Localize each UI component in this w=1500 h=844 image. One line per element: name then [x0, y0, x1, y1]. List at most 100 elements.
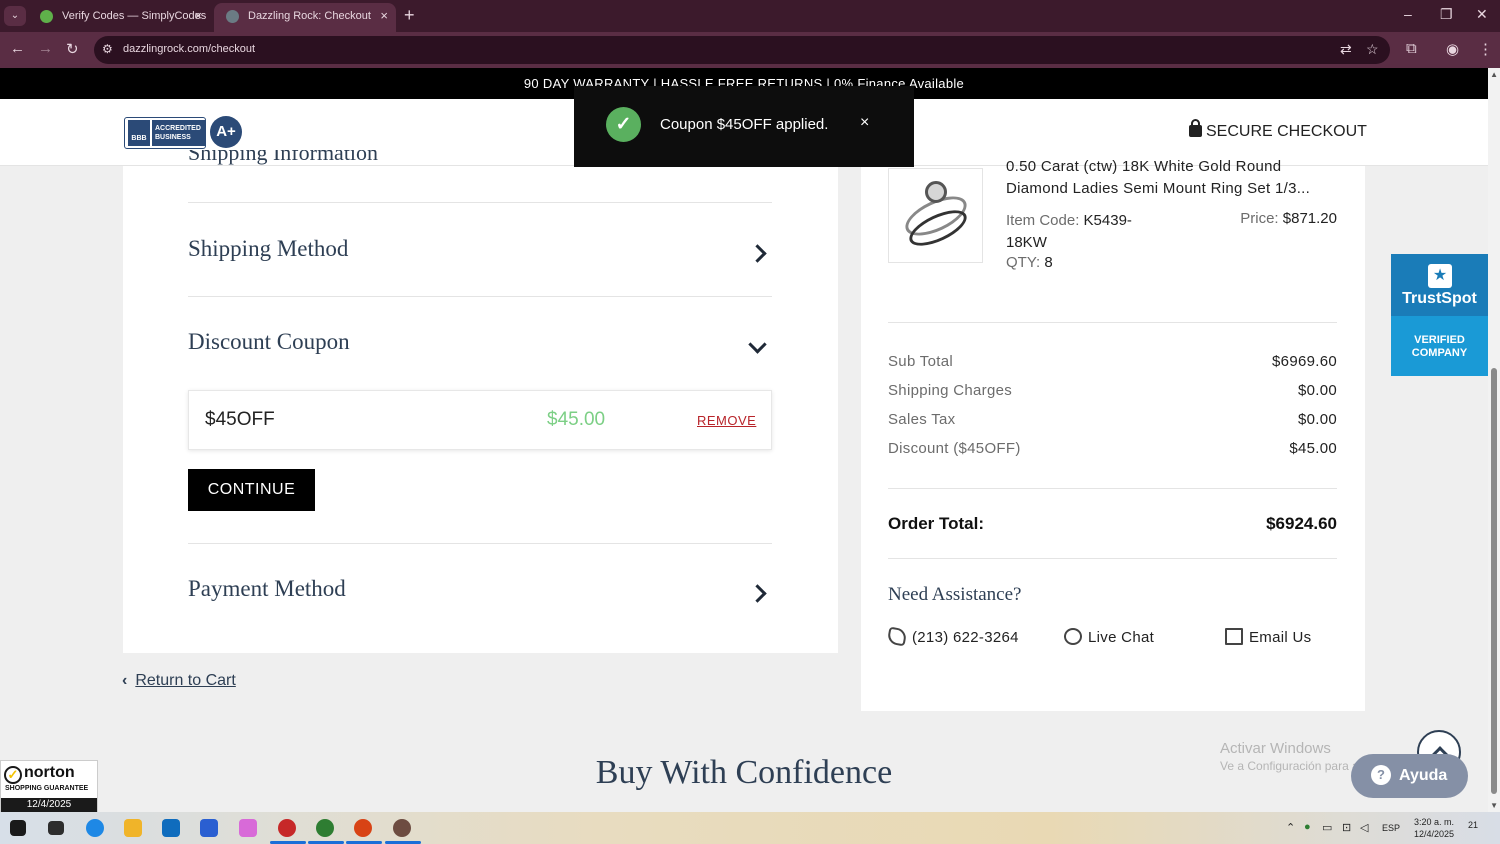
- scroll-down-arrow-icon[interactable]: ▼: [1490, 801, 1498, 810]
- email-us-label: Email Us: [1249, 629, 1312, 646]
- new-tab-button[interactable]: +: [404, 4, 415, 26]
- clock-date: 12/4/2025: [1413, 829, 1455, 839]
- edge-icon[interactable]: [86, 819, 104, 837]
- help-label: Ayuda: [1399, 767, 1448, 784]
- browser-menu-icon[interactable]: ⋮: [1478, 40, 1493, 58]
- payment-method-title[interactable]: Payment Method: [188, 576, 346, 602]
- copilot-icon[interactable]: [239, 819, 257, 837]
- store-icon[interactable]: [200, 819, 218, 837]
- return-to-cart-link[interactable]: ‹ Return to Cart: [122, 672, 236, 690]
- tab-dazzling-rock[interactable]: Dazzling Rock: Checkout ×: [214, 3, 396, 32]
- chrome-icon[interactable]: [278, 819, 296, 837]
- summary-value: $6969.60: [1272, 353, 1337, 370]
- tray-network-icon[interactable]: ▭: [1322, 821, 1332, 834]
- summary-value: $0.00: [1297, 411, 1337, 428]
- close-toast-button[interactable]: ×: [860, 114, 869, 132]
- chrome-profile-icon[interactable]: [354, 819, 372, 837]
- shipping-method-title[interactable]: Shipping Method: [188, 236, 348, 262]
- trustspot-line2: COMPANY: [1411, 347, 1468, 359]
- phone-number: (213) 622-3264: [912, 629, 1019, 646]
- discount-coupon-title[interactable]: Discount Coupon: [188, 329, 350, 355]
- email-us-link[interactable]: Email Us: [1225, 625, 1311, 646]
- qty-value: 8: [1044, 254, 1053, 271]
- remove-coupon-link[interactable]: REMOVE: [697, 413, 756, 428]
- file-explorer-icon[interactable]: [124, 819, 142, 837]
- extensions-icon[interactable]: ⧉: [1406, 40, 1417, 57]
- forward-button[interactable]: →: [38, 40, 53, 57]
- summary-label: Shipping Charges: [888, 382, 1013, 399]
- product-title-line1: 0.50 Carat (ctw) 18K White Gold Round: [1006, 158, 1282, 175]
- minimize-button[interactable]: –: [1404, 6, 1412, 22]
- coupon-applied-toast: ✓ Coupon $45OFF applied. ×: [574, 86, 914, 167]
- trustspot-star-icon: ★: [1428, 264, 1452, 288]
- summary-value: $0.00: [1297, 382, 1337, 399]
- chevron-down-icon[interactable]: [748, 335, 767, 354]
- scroll-up-arrow-icon[interactable]: ▲: [1490, 70, 1498, 79]
- divider: [188, 543, 772, 544]
- phone-contact[interactable]: (213) 622-3264: [886, 625, 1019, 647]
- scrollbar-thumb[interactable]: [1491, 368, 1497, 794]
- checkout-page: 90 DAY WARRANTY | HASSLE FREE RETURNS | …: [0, 68, 1488, 812]
- tray-app-icon[interactable]: ●: [1304, 821, 1311, 833]
- continue-button[interactable]: CONTINUE: [188, 469, 315, 511]
- sales-tax-row: Sales Tax $0.00: [888, 411, 1337, 428]
- product-title[interactable]: 0.50 Carat (ctw) 18K White Gold Round Di…: [1006, 156, 1346, 196]
- toast-message: Coupon $45OFF applied.: [660, 116, 829, 133]
- bbb-logo: BBB: [128, 120, 150, 146]
- dazzlingrock-favicon-icon: [226, 10, 239, 23]
- page-scrollbar[interactable]: ▲ ▼: [1488, 68, 1500, 812]
- volume-icon[interactable]: ◁: [1360, 821, 1368, 834]
- tab-verify-codes[interactable]: Verify Codes — SimplyCodes ×: [28, 3, 210, 32]
- summary-label: Discount ($45OFF): [888, 440, 1021, 457]
- bbb-box: BBB ACCREDITED BUSINESS: [124, 117, 206, 149]
- bookmark-star-icon[interactable]: ☆: [1366, 41, 1379, 58]
- site-info-icon[interactable]: ⚙: [102, 42, 113, 56]
- translate-icon[interactable]: ⇄: [1340, 41, 1352, 58]
- task-view-icon[interactable]: [48, 821, 64, 835]
- chevron-left-icon: ‹: [122, 672, 128, 689]
- summary-label: Sub Total: [888, 353, 953, 370]
- close-tab-icon[interactable]: ×: [194, 3, 202, 29]
- help-button[interactable]: ? Ayuda: [1351, 754, 1468, 798]
- tab-title: Dazzling Rock: Checkout: [248, 10, 371, 22]
- tray-expand-icon[interactable]: ⌃: [1286, 821, 1295, 834]
- close-tab-icon[interactable]: ×: [380, 3, 388, 29]
- trustspot-badge[interactable]: ★ TrustSpot VERIFIED COMPANY: [1391, 254, 1488, 376]
- qty-label: QTY:: [1006, 254, 1041, 271]
- applied-coupon-row: $45OFF $45.00 REMOVE: [188, 390, 772, 450]
- outlook-icon[interactable]: [162, 819, 180, 837]
- maximize-button[interactable]: ❐: [1440, 6, 1453, 23]
- coupon-code: $45OFF: [205, 409, 275, 430]
- norton-shopping-guarantee-badge[interactable]: ✓ norton SHOPPING GUARANTEE 12/4/2025: [0, 760, 98, 812]
- chevron-right-icon[interactable]: [748, 584, 767, 603]
- tab-search-button[interactable]: ⌄: [4, 6, 26, 26]
- chrome-profile-icon[interactable]: [393, 819, 411, 837]
- address-bar[interactable]: ⚙ dazzlingrock.com/checkout ⇄ ☆: [94, 36, 1390, 64]
- tab-title: Verify Codes — SimplyCodes: [62, 10, 207, 22]
- reload-button[interactable]: ↻: [66, 40, 79, 58]
- notifications-button[interactable]: 21: [1468, 820, 1486, 836]
- language-indicator[interactable]: ESP: [1382, 823, 1400, 833]
- live-chat-link[interactable]: Live Chat: [1064, 625, 1154, 646]
- chevron-right-icon[interactable]: [748, 244, 767, 263]
- back-button[interactable]: ←: [10, 40, 25, 57]
- profile-avatar[interactable]: ◉: [1446, 40, 1459, 58]
- order-total-row: Order Total: $6924.60: [888, 514, 1337, 534]
- live-chat-label: Live Chat: [1088, 629, 1155, 646]
- item-code: Item Code: K5439-18KW: [1006, 210, 1156, 254]
- tray-monitor-icon[interactable]: ⊡: [1342, 821, 1351, 834]
- clock-time: 3:20 a. m.: [1413, 817, 1455, 827]
- bbb-accredited-badge[interactable]: BBB ACCREDITED BUSINESS A+: [124, 116, 242, 150]
- bbb-accredited-text: ACCREDITED BUSINESS: [152, 120, 205, 146]
- close-window-button[interactable]: ✕: [1476, 6, 1488, 23]
- question-mark-icon: ?: [1371, 765, 1391, 785]
- windows-start-icon[interactable]: [10, 820, 26, 836]
- norton-date: 12/4/2025: [1, 798, 97, 812]
- product-image[interactable]: [888, 168, 983, 263]
- divider: [888, 322, 1337, 323]
- norton-sub: SHOPPING GUARANTEE: [5, 785, 89, 792]
- taskbar-clock[interactable]: 3:20 a. m. 12/4/2025: [1404, 816, 1464, 840]
- item-qty: QTY: 8: [1006, 254, 1053, 271]
- chrome-profile-icon[interactable]: [316, 819, 334, 837]
- norton-check-icon: ✓: [4, 766, 22, 784]
